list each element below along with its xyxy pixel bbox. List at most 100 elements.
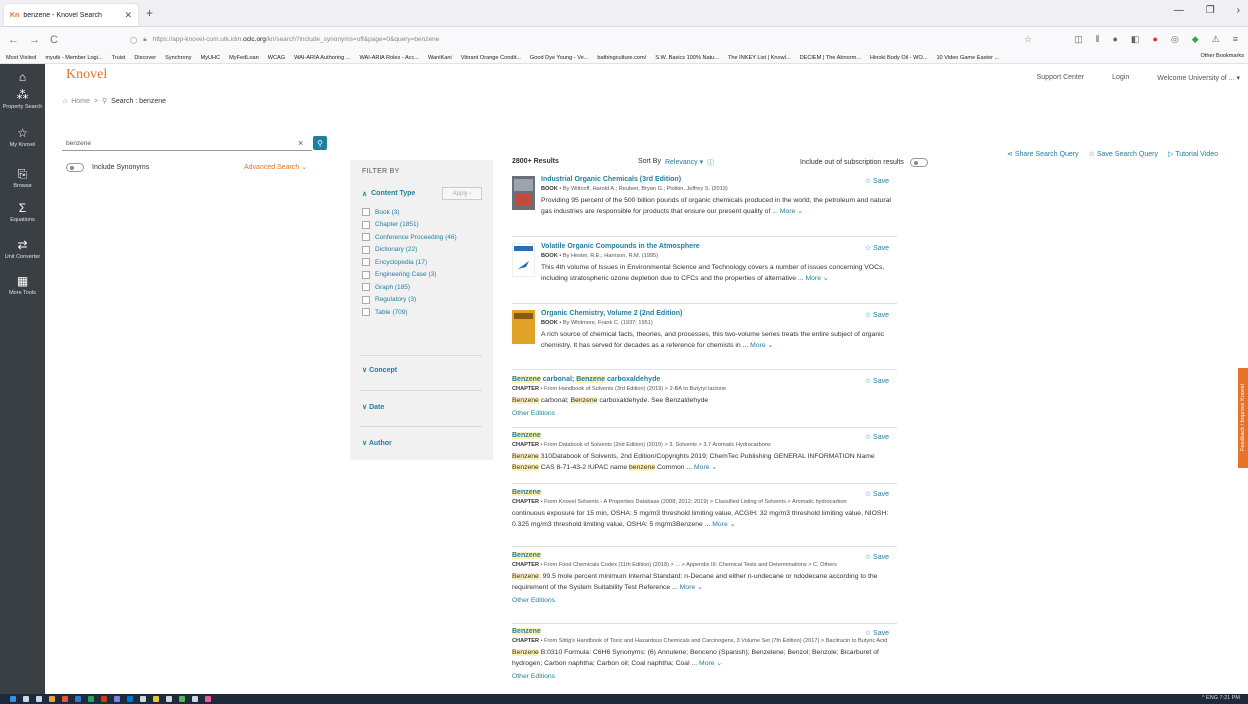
bookmark-item[interactable]: WAI-ARIA Roles - Acc...	[359, 55, 418, 61]
save-search-button[interactable]: ☆ Save Search Query	[1089, 150, 1158, 158]
bookmark-item[interactable]: DECIEM | The Abnorm...	[800, 55, 861, 61]
result-title-link[interactable]: Industrial Organic Chemicals (3rd Editio…	[541, 176, 897, 183]
checkbox[interactable]	[362, 208, 370, 216]
bookmark-item[interactable]: Truist	[112, 55, 126, 61]
maximize-icon[interactable]: ❐	[1206, 5, 1215, 16]
feedback-tab[interactable]: Feedback / Improve Knovel	[1238, 368, 1248, 468]
checkbox[interactable]	[362, 258, 370, 266]
bookmark-item[interactable]: 10 Video Game Easter ...	[936, 55, 999, 61]
bookmark-item[interactable]: Most Visited	[6, 55, 36, 61]
bookmark-item[interactable]: Vibrant Orange Condit...	[461, 55, 521, 61]
more-link[interactable]: More ⌄	[780, 208, 803, 215]
checkbox[interactable]	[362, 283, 370, 291]
result-title-link[interactable]: Volatile Organic Compounds in the Atmosp…	[541, 243, 897, 250]
search-button[interactable]: ⚲	[313, 136, 327, 150]
save-button[interactable]: ☆ Save	[865, 553, 889, 561]
save-button[interactable]: ☆ Save	[865, 177, 889, 185]
filter-section-author[interactable]: ∨ Author	[362, 439, 392, 447]
extension-icon[interactable]: ◎	[1171, 34, 1179, 45]
filter-option[interactable]: Graph (185)	[362, 283, 410, 291]
search-input[interactable]: benzene	[62, 136, 312, 151]
other-editions-link[interactable]: Other Editions	[512, 410, 897, 417]
bookmark-item[interactable]: MyFedLoan	[229, 55, 259, 61]
task-view-icon[interactable]	[36, 696, 42, 702]
back-icon[interactable]: ←	[8, 34, 19, 46]
more-link[interactable]: More ⌄	[805, 275, 828, 282]
outlook-icon[interactable]	[127, 696, 133, 702]
library-icon[interactable]: ⫴	[1096, 34, 1100, 45]
app-icon[interactable]	[179, 696, 185, 702]
filter-option[interactable]: Engineering Case (3)	[362, 270, 436, 279]
share-search-button[interactable]: ⋖ Share Search Query	[1007, 150, 1079, 158]
browser-tab[interactable]: Kn benzene - Knovel Search ✕	[4, 4, 138, 26]
pocket-icon[interactable]: ◫	[1074, 34, 1083, 45]
clear-search-icon[interactable]: ×	[298, 138, 303, 148]
extension-icon[interactable]: ●	[1112, 34, 1117, 45]
subscription-toggle[interactable]	[909, 158, 928, 167]
result-title-link[interactable]: Benzene	[512, 432, 897, 439]
rail-unit-converter[interactable]: ⇄ Unit Converter	[0, 238, 45, 261]
result-title-link[interactable]: Organic Chemistry, Volume 2 (2nd Edition…	[541, 310, 897, 317]
filter-option[interactable]: Table (709)	[362, 308, 408, 316]
book-cover-image[interactable]	[512, 243, 535, 277]
book-cover-image[interactable]	[512, 310, 535, 344]
rail-browse[interactable]: ⎘ Browse	[0, 167, 45, 190]
app-icon[interactable]	[166, 696, 172, 702]
book-cover-image[interactable]	[512, 176, 535, 210]
app-icon[interactable]	[205, 696, 211, 702]
more-link[interactable]: More ⌄	[750, 342, 773, 349]
breadcrumb-home[interactable]: Home	[71, 98, 90, 105]
close-window-icon[interactable]: ›	[1237, 5, 1240, 16]
bookmark-item[interactable]: MyUHC	[201, 55, 221, 61]
file-explorer-icon[interactable]	[49, 696, 55, 702]
bookmark-item[interactable]: Discover	[134, 55, 156, 61]
checkbox[interactable]	[362, 270, 370, 279]
home-rail-button[interactable]: ⌂	[0, 70, 45, 86]
save-button[interactable]: ☆ Save	[865, 490, 889, 498]
rail-more-tools[interactable]: ▦ More Tools	[0, 274, 45, 297]
bookmark-item[interactable]: WAI-ARIA Authoring ...	[294, 55, 350, 61]
knovel-logo[interactable]: Knovel	[66, 67, 107, 83]
warning-icon[interactable]: ⚠	[1212, 34, 1220, 45]
reload-icon[interactable]: C	[50, 34, 58, 46]
support-center-link[interactable]: Support Center	[1037, 74, 1084, 82]
checkbox[interactable]	[362, 308, 370, 316]
more-link[interactable]: More ⌄	[699, 660, 722, 667]
new-tab-button[interactable]: +	[146, 6, 153, 20]
extension-icon[interactable]: ◆	[1192, 34, 1199, 45]
extension-icon[interactable]: ●	[1152, 34, 1157, 45]
result-title-link[interactable]: Benzene carbonal; Benzene carboxaldehyde	[512, 376, 897, 383]
extension-icon[interactable]: ◧	[1131, 34, 1140, 45]
more-link[interactable]: More ⌄	[680, 584, 703, 591]
powerpoint-icon[interactable]	[101, 696, 107, 702]
filter-option[interactable]: Dictionary (22)	[362, 245, 417, 254]
filter-section-concept[interactable]: ∨ Concept	[362, 366, 397, 374]
checkbox[interactable]	[362, 295, 370, 304]
tutorial-video-button[interactable]: ▷ Tutorial Video	[1168, 150, 1218, 158]
minimize-icon[interactable]: —	[1174, 5, 1184, 16]
menu-icon[interactable]: ≡	[1233, 34, 1238, 45]
result-title-link[interactable]: Benzene	[512, 552, 897, 559]
info-icon[interactable]: ⓘ	[707, 158, 714, 168]
save-button[interactable]: ☆ Save	[865, 433, 889, 441]
filter-section-date[interactable]: ∨ Date	[362, 403, 384, 411]
app-icon[interactable]	[140, 696, 146, 702]
sort-select[interactable]: Relevancy ▾	[665, 158, 703, 168]
save-button[interactable]: ☆ Save	[865, 629, 889, 637]
filter-option[interactable]: Book (3)	[362, 208, 400, 216]
synonyms-toggle[interactable]	[66, 163, 84, 172]
windows-start-icon[interactable]	[10, 696, 16, 702]
bookmark-item[interactable]: WaniKani	[428, 55, 452, 61]
bookmark-item[interactable]: S.W. Basics 100% Natu...	[655, 55, 719, 61]
excel-icon[interactable]	[88, 696, 94, 702]
more-link[interactable]: More ⌄	[694, 464, 717, 471]
save-button[interactable]: ☆ Save	[865, 311, 889, 319]
filter-option[interactable]: Regulatory (3)	[362, 295, 416, 304]
bookmark-item[interactable]: Synchrony	[165, 55, 191, 61]
save-button[interactable]: ☆ Save	[865, 377, 889, 385]
result-title-link[interactable]: Benzene	[512, 489, 897, 496]
checkbox[interactable]	[362, 245, 370, 254]
rail-my-knovel[interactable]: ☆ My Knovel	[0, 126, 45, 149]
teams-icon[interactable]	[114, 696, 120, 702]
login-link[interactable]: Login	[1112, 74, 1129, 82]
